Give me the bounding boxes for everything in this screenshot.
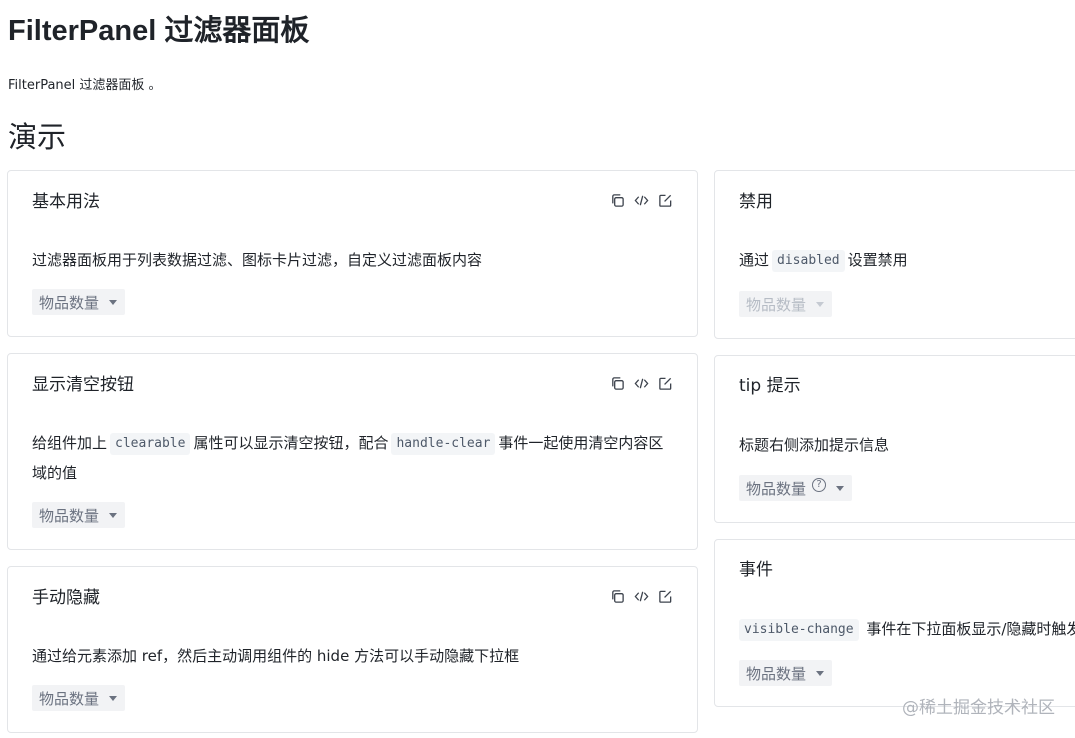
- card-title: 基本用法: [32, 192, 100, 212]
- page-title: FilterPanel 过滤器面板: [8, 15, 310, 47]
- card-title: 事件: [739, 560, 773, 580]
- card-tools: [609, 192, 673, 208]
- code-disabled: disabled: [772, 250, 845, 272]
- edit-icon[interactable]: [657, 588, 673, 604]
- card-description: 给组件加上 clearable 属性可以显示清空按钮，配合 handle-clear 事…: [32, 428, 673, 488]
- filter-trigger[interactable]: 物品数量: [32, 289, 126, 315]
- section-title-demo: 演示: [8, 120, 67, 154]
- code-icon[interactable]: [633, 375, 649, 391]
- card-title: 禁用: [739, 192, 773, 212]
- demo-card-clearable: 显示清空按钮 给组件加上 clearable 属性可以显示清空按钮，配合 handle…: [7, 353, 698, 550]
- card-tools: [609, 588, 673, 604]
- demo-card-tip: tip 提示 标题右侧添加提示信息 物品数量 ?: [714, 355, 1075, 523]
- card-title: 手动隐藏: [32, 588, 100, 608]
- filter-trigger[interactable]: 物品数量 ?: [739, 475, 853, 501]
- filter-label: 物品数量: [746, 664, 807, 683]
- caret-down-icon: [109, 299, 118, 305]
- card-description: 标题右侧添加提示信息: [739, 436, 890, 454]
- desc-text: 给组件加上: [32, 434, 108, 452]
- code-handle-clear: handle-clear: [391, 433, 496, 455]
- card-description: 通过 disabled 设置禁用: [739, 245, 1069, 275]
- code-icon[interactable]: [633, 192, 649, 208]
- help-circle-icon[interactable]: ?: [812, 478, 827, 492]
- demo-card-events: 事件 visible-change 事件在下拉面板显示/隐藏时触发 物品数量: [714, 539, 1075, 707]
- desc-text: 通过: [739, 251, 770, 269]
- desc-text: 设置禁用: [847, 251, 908, 269]
- demo-card-manual-hide: 手动隐藏 通过给元素添加 ref，然后主动调用组件的 hide 方法可以手动隐藏…: [7, 566, 698, 733]
- card-title: 显示清空按钮: [32, 375, 134, 395]
- code-visible-change: visible-change: [739, 619, 859, 641]
- card-description: 通过给元素添加 ref，然后主动调用组件的 hide 方法可以手动隐藏下拉框: [32, 647, 520, 665]
- card-tools: [609, 375, 673, 391]
- copy-icon[interactable]: [609, 588, 625, 604]
- demo-card-basic: 基本用法 过滤器面板用于列表数据过滤、图标卡片过滤，自定义过滤面板内容 物品数量: [7, 170, 698, 337]
- edit-icon[interactable]: [657, 375, 673, 391]
- copy-icon[interactable]: [609, 192, 625, 208]
- card-description: visible-change 事件在下拉面板显示/隐藏时触发: [736, 614, 1075, 644]
- card-description: 过滤器面板用于列表数据过滤、图标卡片过滤，自定义过滤面板内容: [32, 251, 483, 269]
- caret-down-icon: [836, 485, 845, 491]
- caret-down-icon: [816, 670, 825, 676]
- desc-text: 属性可以显示清空按钮，配合: [193, 434, 389, 452]
- caret-down-icon: [109, 695, 118, 701]
- page-description: FilterPanel 过滤器面板 。: [8, 78, 162, 93]
- caret-down-icon: [109, 512, 118, 518]
- filter-trigger-disabled: 物品数量: [739, 291, 833, 317]
- card-title: tip 提示: [739, 376, 801, 396]
- watermark: @稀土掘金技术社区: [902, 698, 1055, 718]
- caret-down-icon: [816, 301, 825, 307]
- edit-icon[interactable]: [657, 192, 673, 208]
- filter-trigger[interactable]: 物品数量: [32, 502, 126, 528]
- desc-text: 事件在下拉面板显示/隐藏时触发: [866, 620, 1075, 638]
- filter-trigger[interactable]: 物品数量: [32, 685, 126, 711]
- filter-label: 物品数量: [746, 479, 807, 498]
- demo-card-disabled: 禁用 通过 disabled 设置禁用 物品数量: [714, 170, 1075, 339]
- filter-label: 物品数量: [39, 689, 100, 708]
- code-icon[interactable]: [633, 588, 649, 604]
- filter-trigger[interactable]: 物品数量: [739, 660, 833, 686]
- copy-icon[interactable]: [609, 375, 625, 391]
- filter-label: 物品数量: [746, 295, 807, 314]
- filter-label: 物品数量: [39, 506, 100, 525]
- filter-label: 物品数量: [39, 293, 100, 312]
- code-clearable: clearable: [110, 433, 191, 455]
